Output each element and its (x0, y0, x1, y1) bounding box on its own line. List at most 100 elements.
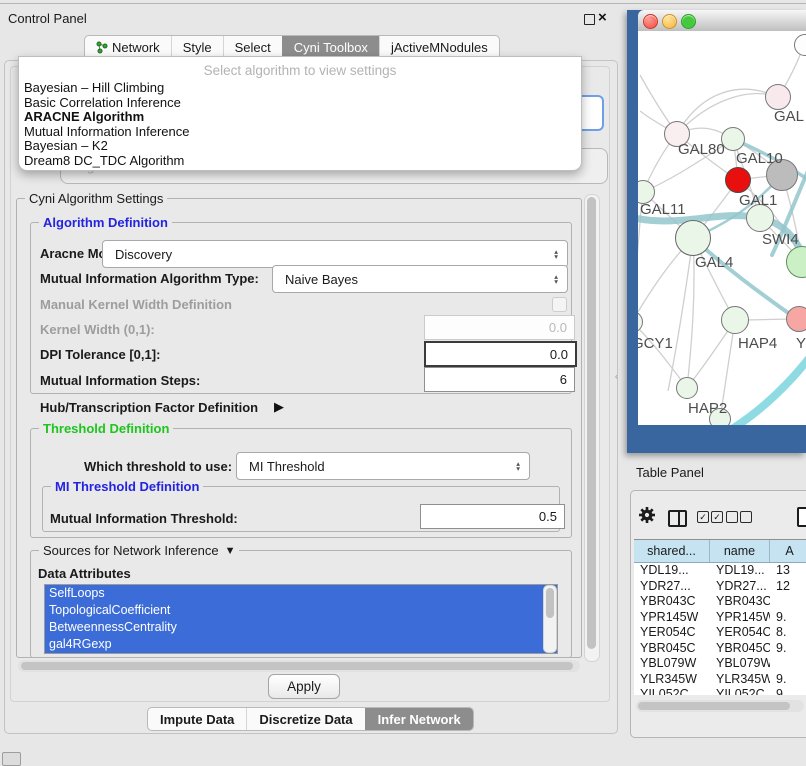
float-panel-icon[interactable] (584, 14, 595, 25)
network-canvas[interactable]: GAL GAL80 GAL10 GAL1 GAL11 SWI4 GAL4 GCY… (638, 31, 806, 425)
columns-icon[interactable] (668, 510, 687, 527)
corner-widget-icon[interactable] (2, 752, 21, 766)
data-attributes-list[interactable]: SelfLoops TopologicalCoefficient Between… (44, 584, 558, 654)
network-node-salmon[interactable] (786, 306, 806, 332)
table-row[interactable]: YER054CYER054C8. (634, 625, 806, 641)
dropdown-item[interactable]: Dream8 DC_TDC Algorithm (19, 154, 581, 169)
manual-kernel-label: Manual Kernel Width Definition (40, 297, 232, 312)
settings-horizontal-scrollbar[interactable] (18, 660, 580, 672)
document-icon[interactable] (797, 507, 806, 527)
network-node-hap2[interactable] (676, 377, 698, 399)
node-label: GAL80 (678, 141, 725, 158)
list-item[interactable]: BetweennessCentrality (45, 619, 557, 636)
hub-definition-label: Hub/Transcription Factor Definition (40, 400, 258, 415)
node-label: HAP4 (738, 335, 777, 352)
combo-value: Discovery (103, 247, 554, 262)
dropdown-item-selected[interactable]: ARACNE Algorithm (19, 110, 581, 125)
column-header[interactable]: A (770, 540, 806, 562)
close-window-icon[interactable] (643, 14, 658, 29)
group-title: Threshold Definition (39, 421, 173, 436)
network-window-titlebar[interactable] (638, 10, 806, 32)
algorithm-dropdown-popup: Select algorithm to view settings Bayesi… (18, 56, 582, 171)
collapse-down-icon[interactable]: ▼ (225, 545, 236, 557)
manual-kernel-checkbox[interactable] (552, 297, 567, 312)
settings-vertical-scrollbar[interactable] (584, 194, 600, 662)
apply-label: Apply (287, 679, 321, 694)
table-panel-title: Table Panel (636, 465, 704, 480)
scrollbar-thumb[interactable] (546, 588, 554, 618)
combo-value: MI Threshold (237, 459, 516, 474)
network-node-gal4[interactable] (675, 220, 711, 256)
attributes-list-scrollbar[interactable] (543, 585, 557, 653)
mi-steps-field[interactable]: 6 (424, 367, 575, 392)
scrollbar-thumb[interactable] (21, 662, 573, 670)
which-threshold-combo[interactable]: MI Threshold ▴▾ (236, 452, 530, 480)
node-label: Y (796, 335, 806, 352)
aracne-mode-combo[interactable]: Discovery ▴▾ (102, 240, 568, 268)
dpi-tolerance-label: DPI Tolerance [0,1]: (40, 347, 160, 362)
table-row[interactable]: YPR145WYPR145W9. (634, 610, 806, 626)
window-top-divider (0, 3, 806, 4)
zoom-window-icon[interactable] (681, 14, 696, 29)
expand-right-icon[interactable]: ▶ (274, 399, 284, 415)
data-attributes-label: Data Attributes (38, 566, 131, 581)
tab-label: Style (183, 40, 212, 55)
tab-impute-data[interactable]: Impute Data (148, 708, 246, 730)
mi-threshold-field[interactable]: 0.5 (420, 504, 565, 529)
mi-threshold-label: Mutual Information Threshold: (50, 511, 238, 526)
spinner-arrows-icon: ▴▾ (554, 249, 558, 259)
table-row[interactable]: YDR27...YDR27...12 (634, 579, 806, 595)
table-row[interactable]: YBL079WYBL079W (634, 656, 806, 672)
table-header-row: shared... name A (634, 540, 806, 563)
table-horizontal-scrollbar[interactable] (636, 700, 804, 712)
node-attribute-table[interactable]: shared... name A YDL19...YDL19...13 YDR2… (634, 539, 806, 695)
network-node-gal[interactable] (765, 84, 791, 110)
table-row[interactable]: YBR043CYBR043C (634, 594, 806, 610)
sources-title: Sources for Network Inference (43, 543, 219, 558)
group-title: Algorithm Definition (39, 215, 172, 230)
dropdown-item[interactable]: Mutual Information Inference (19, 125, 581, 140)
network-icon (96, 41, 108, 54)
checked-pair-icon[interactable]: ✓✓ (697, 511, 723, 523)
mi-type-label: Mutual Information Algorithm Type: (40, 271, 259, 286)
tab-label: Cyni Toolbox (294, 40, 368, 55)
tab-label: Infer Network (378, 712, 461, 727)
list-item[interactable]: SelfLoops (45, 585, 557, 602)
unchecked-pair-icon[interactable] (726, 511, 752, 523)
node-label: GAL4 (695, 254, 733, 271)
splitter-handle[interactable]: ‹ (615, 372, 618, 381)
table-row[interactable]: YIL052CYIL052C9 (634, 687, 806, 695)
scrollbar-thumb[interactable] (587, 197, 596, 649)
node-label: GAL1 (739, 192, 777, 209)
table-row[interactable]: YDL19...YDL19...13 (634, 563, 806, 579)
dropdown-item[interactable]: Bayesian – K2 (19, 139, 581, 154)
table-row[interactable]: YLR345WYLR345W9. (634, 672, 806, 688)
minimize-window-icon[interactable] (662, 14, 677, 29)
group-title: Cyni Algorithm Settings (25, 191, 167, 206)
tab-infer-network[interactable]: Infer Network (365, 708, 473, 730)
tab-label: Select (235, 40, 271, 55)
tab-label: Network (112, 40, 160, 55)
network-node-gal1[interactable] (725, 167, 751, 193)
dropdown-item[interactable]: Bayesian – Hill Climbing (19, 81, 581, 96)
list-item[interactable]: gal4RGexp (45, 636, 557, 653)
column-header[interactable]: name (710, 540, 770, 562)
close-icon[interactable]: × (598, 9, 607, 26)
list-item[interactable]: TopologicalCoefficient (45, 602, 557, 619)
table-row[interactable]: YBR045CYBR045C9. (634, 641, 806, 657)
dropdown-item[interactable]: Basic Correlation Inference (19, 96, 581, 111)
gear-icon[interactable] (638, 506, 656, 529)
network-node-hap4[interactable] (721, 306, 749, 334)
column-header[interactable]: shared... (634, 540, 710, 562)
tab-discretize-data[interactable]: Discretize Data (246, 708, 364, 730)
which-threshold-label: Which threshold to use: (84, 459, 232, 474)
bottom-tabbar: Impute Data Discretize Data Infer Networ… (147, 707, 474, 731)
node-label: SWI4 (762, 231, 799, 248)
kernel-width-field: 0.0 (424, 315, 575, 340)
apply-button[interactable]: Apply (268, 674, 340, 699)
network-view-window[interactable]: GAL GAL80 GAL10 GAL1 GAL11 SWI4 GAL4 GCY… (627, 10, 806, 453)
kernel-width-label: Kernel Width (0,1): (40, 322, 155, 337)
mi-type-combo[interactable]: Naive Bayes ▴▾ (272, 265, 568, 293)
scrollbar-thumb[interactable] (638, 702, 790, 710)
dpi-tolerance-field[interactable]: 0.0 (424, 341, 577, 367)
